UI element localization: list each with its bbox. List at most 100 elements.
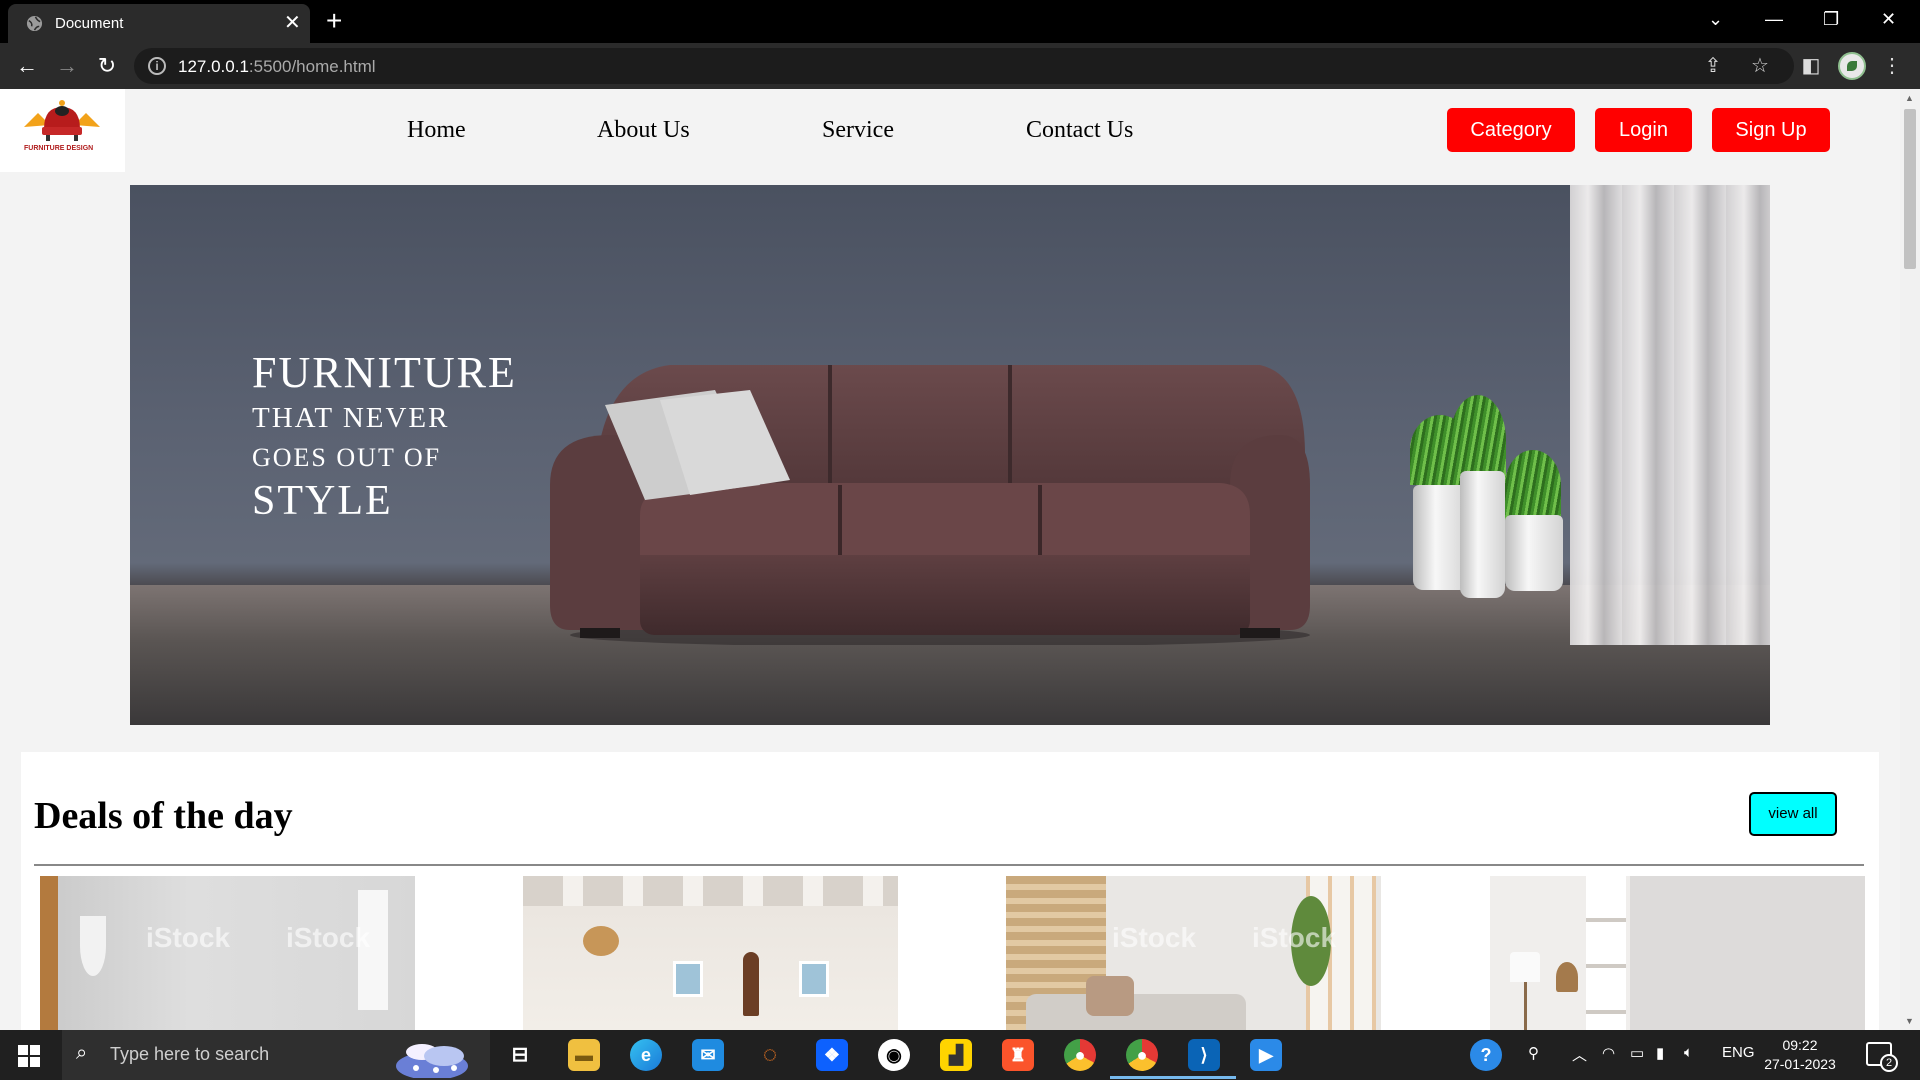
language-indicator[interactable]: ENG	[1722, 1044, 1755, 1061]
lamp-stand	[1524, 982, 1527, 1030]
plant-grass	[1505, 450, 1561, 520]
battery-icon[interactable]: ▮	[1656, 1044, 1664, 1062]
deal-card[interactable]	[523, 876, 898, 1030]
deal-card[interactable]: iStock iStock	[1006, 876, 1381, 1030]
nav-contact-us[interactable]: Contact Us	[1026, 117, 1133, 144]
view-all-button[interactable]: view all	[1749, 792, 1837, 836]
hero-banner: FURNITURE THAT NEVER GOES OUT OF STYLE	[130, 185, 1770, 725]
people-icon[interactable]: ⚲	[1528, 1044, 1539, 1062]
vase	[1460, 471, 1505, 598]
pendant-lamp	[80, 916, 106, 976]
signup-button[interactable]: Sign Up	[1712, 108, 1830, 152]
browser-toolbar: ← → ↻ i 127.0.0.1:5500/home.html ⇪ ☆ ◧ ⋮	[0, 43, 1920, 89]
page-viewport: FURNITURE DESIGN Home About Us Service C…	[0, 89, 1900, 1030]
mail-icon[interactable]: ✉	[692, 1039, 724, 1071]
sofa-image	[550, 365, 1310, 645]
hero-line-1: FURNITURE	[252, 348, 517, 397]
ceiling-beams	[523, 876, 898, 906]
hero-caption: FURNITURE THAT NEVER GOES OUT OF STYLE	[252, 347, 517, 525]
windows-taskbar: ⌕ Type here to search ⊟ ▬ e ✉ ◌ ❖ ◉ ▟ ♜ …	[0, 1030, 1920, 1080]
sofa	[1026, 994, 1246, 1030]
active-app-indicator	[1172, 1076, 1236, 1079]
meet-icon[interactable]: ▭	[1630, 1044, 1644, 1062]
taskbar-search[interactable]: ⌕ Type here to search	[62, 1030, 490, 1080]
page-scrollbar[interactable]: ▲ ▼	[1900, 89, 1920, 1030]
active-app-indicator	[1110, 1076, 1174, 1079]
logo-text: FURNITURE DESIGN	[24, 145, 94, 152]
clock-date: 27-01-2023	[1764, 1056, 1836, 1072]
deal-card[interactable]	[1490, 876, 1865, 1030]
tray-chevron-icon[interactable]: ︿	[1572, 1044, 1587, 1065]
vscode-icon[interactable]: ⟩	[1188, 1039, 1220, 1071]
profile-avatar[interactable]	[1838, 52, 1866, 80]
nav-about-us[interactable]: About Us	[597, 117, 690, 144]
hero-line-3: GOES OUT OF	[252, 443, 442, 472]
istock-watermark: iStock	[1112, 922, 1197, 953]
scroll-down-icon[interactable]: ▼	[1905, 1016, 1914, 1026]
sticky-notes-icon[interactable]: ▟	[940, 1039, 972, 1071]
vase	[1505, 515, 1563, 591]
deals-section: Deals of the day view all iStock iStock …	[21, 752, 1879, 1030]
browser-menu-icon[interactable]: ⋮	[1877, 51, 1907, 81]
reload-icon[interactable]: ↻	[92, 51, 122, 81]
notification-count: 2	[1880, 1054, 1898, 1072]
deal-card[interactable]: iStock iStock	[40, 876, 415, 1030]
chrome-profile-icon[interactable]: ●	[1064, 1039, 1096, 1071]
browser-tab-strip: Document ✕ + ⌄ — ❐ ✕	[0, 0, 1920, 43]
window	[799, 961, 829, 997]
vase-decor	[1556, 962, 1578, 992]
url-text[interactable]: 127.0.0.1:5500/home.html	[178, 57, 376, 77]
dropbox-icon[interactable]: ❖	[816, 1039, 848, 1071]
github-icon[interactable]: ◉	[878, 1039, 910, 1071]
minimize-icon[interactable]: —	[1765, 7, 1783, 31]
notification-center-icon[interactable]: 2	[1866, 1042, 1898, 1072]
window	[673, 961, 703, 997]
back-arrow-icon[interactable]: ←	[12, 51, 42, 81]
shelf-edge	[40, 876, 58, 1030]
new-tab-icon[interactable]: +	[326, 6, 342, 36]
tab-search-chevron-icon[interactable]: ⌄	[1708, 7, 1723, 31]
orange-app-icon[interactable]: ◌	[754, 1039, 786, 1071]
task-view-icon[interactable]: ⊟	[504, 1039, 536, 1071]
tab-close-icon[interactable]: ✕	[284, 11, 301, 35]
window-close-icon[interactable]: ✕	[1881, 7, 1896, 31]
istock-watermark: iStock	[286, 922, 371, 953]
volume-icon[interactable]: 🔈︎	[1684, 1044, 1693, 1061]
chrome-icon[interactable]: ●	[1126, 1039, 1158, 1071]
wifi-icon[interactable]: ◠	[1602, 1044, 1615, 1062]
hero-line-2: THAT NEVER	[252, 402, 450, 434]
edge-icon[interactable]: e	[630, 1039, 662, 1071]
nav-service[interactable]: Service	[822, 117, 894, 144]
nav-home[interactable]: Home	[407, 117, 466, 144]
hero-line-4: STYLE	[252, 478, 393, 524]
istock-watermark: iStock	[146, 922, 231, 953]
table-lamp	[1510, 952, 1540, 982]
file-explorer-icon[interactable]: ▬	[568, 1039, 600, 1071]
site-logo[interactable]: FURNITURE DESIGN	[0, 89, 125, 172]
deals-title: Deals of the day	[34, 795, 293, 837]
taskbar-clock[interactable]: 09:22 27-01-2023	[1752, 1036, 1848, 1074]
cushion	[1086, 976, 1134, 1016]
bookmark-star-icon[interactable]: ☆	[1745, 51, 1775, 81]
side-panel-icon[interactable]: ◧	[1796, 51, 1826, 81]
category-button[interactable]: Category	[1447, 108, 1575, 152]
hero-curtain	[1570, 185, 1770, 645]
help-icon[interactable]: ?	[1470, 1039, 1502, 1071]
address-bar[interactable]: i 127.0.0.1:5500/home.html ⇪ ☆	[134, 48, 1794, 84]
scrollbar-thumb[interactable]	[1904, 109, 1916, 269]
site-info-icon[interactable]: i	[148, 57, 166, 75]
login-button[interactable]: Login	[1595, 108, 1692, 152]
forward-arrow-icon[interactable]: →	[52, 51, 82, 81]
restore-icon[interactable]: ❐	[1823, 7, 1839, 31]
wall-clock	[743, 952, 759, 1016]
search-icon: ⌕	[76, 1042, 88, 1064]
share-icon[interactable]: ⇪	[1698, 51, 1728, 81]
media-player-icon[interactable]: ▶	[1250, 1039, 1282, 1071]
windows-start-icon[interactable]	[18, 1045, 40, 1067]
globe-icon	[26, 15, 43, 32]
divider	[34, 864, 1864, 866]
browser-tab[interactable]: Document ✕	[8, 4, 310, 43]
scroll-up-icon[interactable]: ▲	[1905, 93, 1914, 103]
tab-title: Document	[55, 15, 124, 32]
brave-icon[interactable]: ♜	[1002, 1039, 1034, 1071]
